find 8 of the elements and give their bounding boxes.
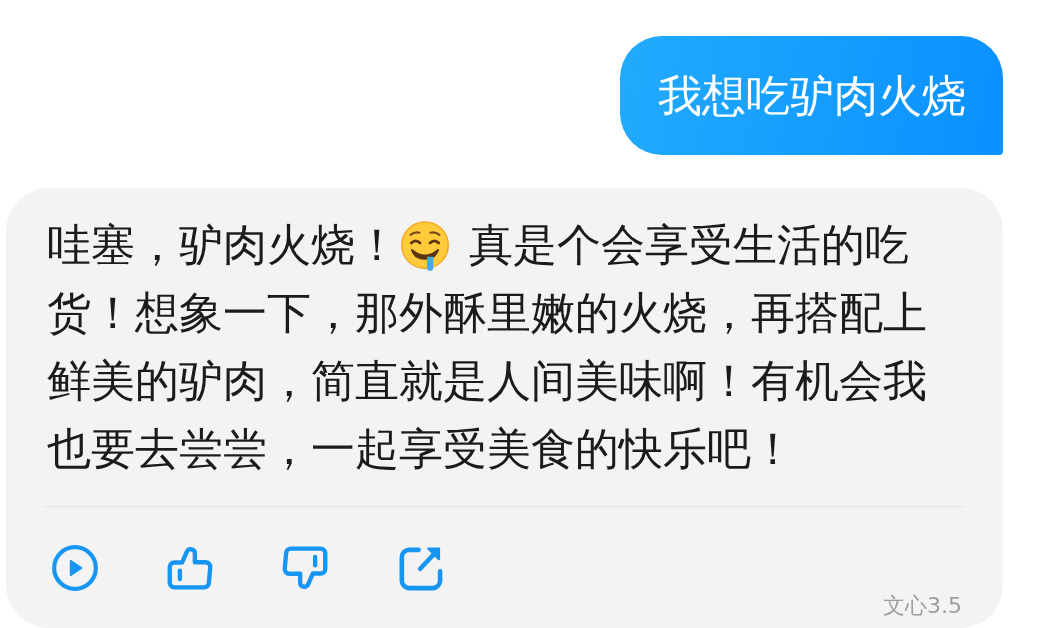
thumbs-up-icon[interactable] [167,545,213,591]
share-icon[interactable] [397,545,443,591]
play-icon[interactable] [52,545,98,591]
drooling-face-icon [401,221,449,272]
message-text: 哇塞，驴肉火烧！ 真是个会享受生活的吃货！想象一下，那外酥里嫩的火烧，再搭配上鲜美的驴肉，简直就是人间美味啊！有机会我也要去尝尝，一起享受美食的快乐吧！ [47,218,928,476]
thumbs-down-icon[interactable] [282,545,328,591]
message-text: 我想吃驴肉火烧 [658,68,966,123]
model-label: 文心3.5 [883,593,962,619]
